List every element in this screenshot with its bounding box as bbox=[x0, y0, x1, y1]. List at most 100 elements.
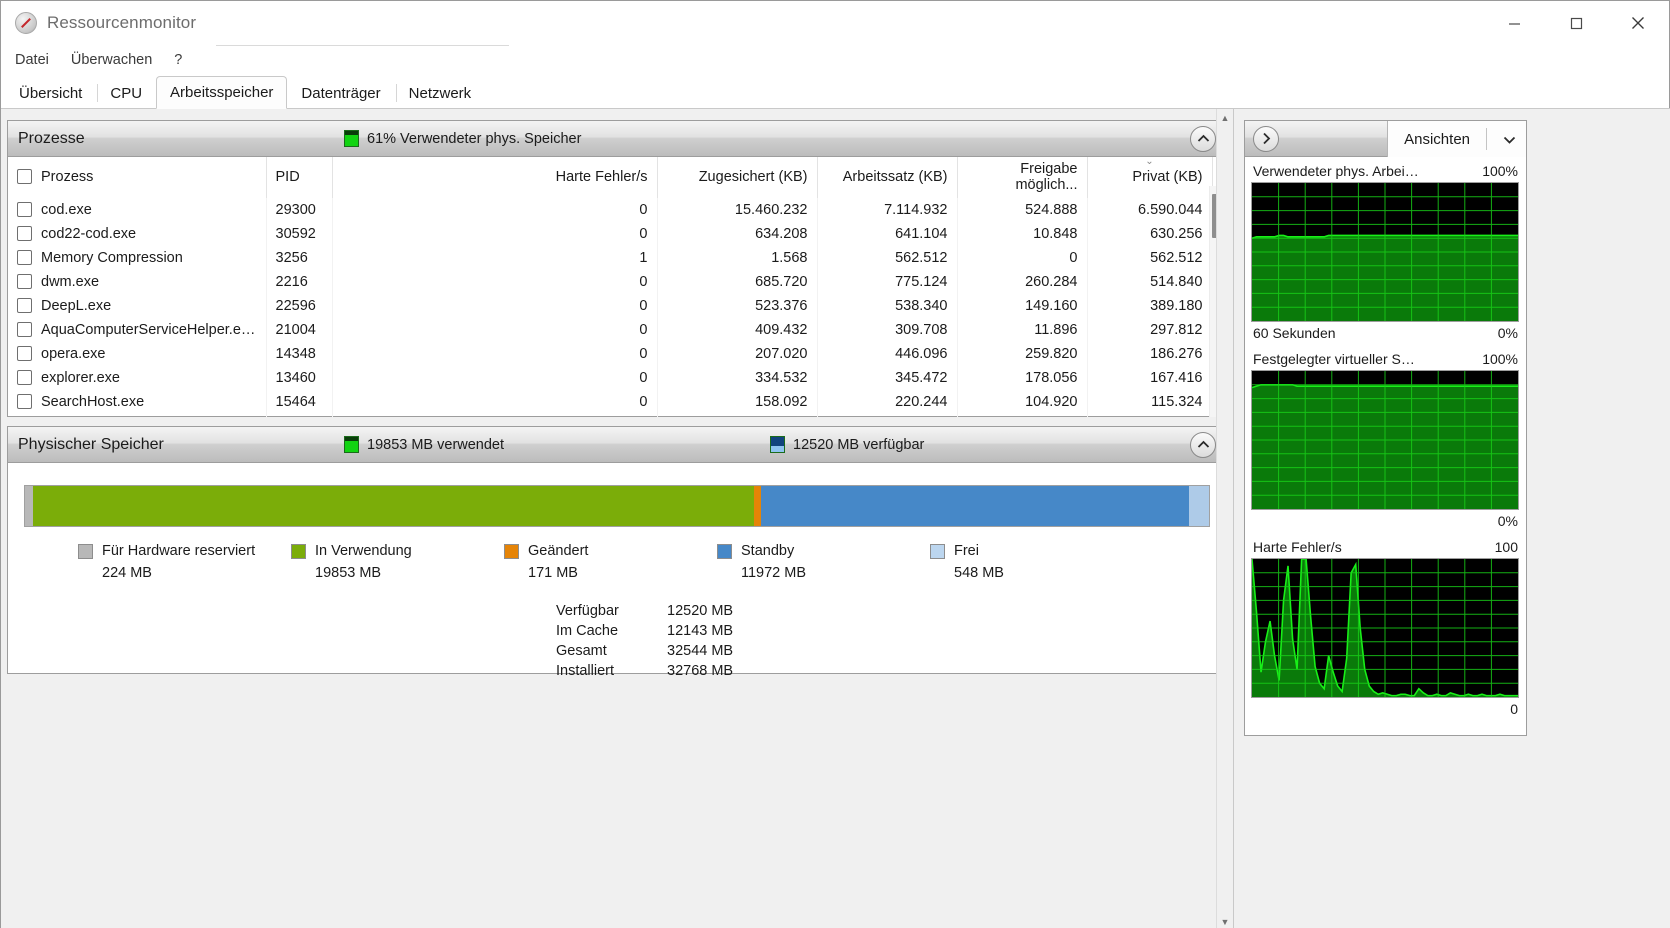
graph-committed-virtual-memory: Festgelegter virtueller S… 100% 0% bbox=[1251, 351, 1520, 529]
maximize-icon[interactable] bbox=[1545, 1, 1607, 45]
process-commit: 151.920 bbox=[657, 414, 818, 417]
table-row[interactable]: XB1ControllerBetandedienst… 25364 0 151.… bbox=[8, 414, 1213, 417]
content-scrollbar[interactable]: ▲ ▼ bbox=[1216, 109, 1233, 928]
graph-scale-top: 100 bbox=[1494, 539, 1518, 555]
graph-canvas-committed-virtual-memory bbox=[1251, 370, 1519, 510]
table-row[interactable]: dwm.exe 2216 0 685.720 775.124 260.284 5… bbox=[8, 270, 1213, 294]
table-row[interactable]: explorer.exe 13460 0 334.532 345.472 178… bbox=[8, 366, 1213, 390]
process-working-set: 309.708 bbox=[817, 318, 958, 342]
row-checkbox[interactable] bbox=[17, 345, 32, 361]
graphs-header: Ansichten bbox=[1245, 121, 1526, 157]
row-checkbox[interactable] bbox=[17, 393, 32, 409]
table-row[interactable]: cod22-cod.exe 30592 0 634.208 641.104 10… bbox=[8, 222, 1213, 246]
graph-scale-top: 100% bbox=[1482, 351, 1518, 367]
process-pid: 25364 bbox=[266, 414, 333, 417]
process-name: dwm.exe bbox=[41, 273, 100, 290]
process-working-set: 160.280 bbox=[817, 414, 958, 417]
graph-footer-left: 60 Sekunden bbox=[1253, 325, 1336, 341]
chevron-right-icon[interactable] bbox=[1253, 125, 1279, 152]
graph-caption: Verwendeter phys. Arbei… 100% bbox=[1251, 163, 1520, 182]
process-name: cod.exe bbox=[41, 201, 92, 218]
legend-swatch-modified bbox=[504, 543, 519, 559]
graph-hard-faults: Harte Fehler/s 100 0 bbox=[1251, 539, 1520, 717]
window-controls bbox=[1483, 1, 1669, 45]
sidebar: Ansichten Verwendeter phys. Arbei… 100% bbox=[1233, 109, 1670, 928]
row-checkbox[interactable] bbox=[17, 369, 32, 385]
table-row[interactable]: Memory Compression 3256 1 1.568 562.512 … bbox=[8, 246, 1213, 270]
process-private: 115.324 bbox=[1087, 390, 1213, 414]
process-commit: 334.532 bbox=[657, 366, 818, 390]
process-commit: 207.020 bbox=[657, 342, 818, 366]
legend-swatch-standby bbox=[717, 543, 732, 559]
column-header-privat[interactable]: ⌄ Privat (KB) bbox=[1087, 157, 1213, 198]
process-commit: 523.376 bbox=[657, 294, 818, 318]
tab-netzwerk[interactable]: Netzwerk bbox=[395, 77, 486, 108]
title-bar: Ressourcenmonitor bbox=[1, 1, 1669, 45]
graph-scale-bottom: 0% bbox=[1497, 325, 1518, 341]
menu-item-ueberwachen[interactable]: Überwachen bbox=[71, 52, 152, 68]
table-row[interactable]: AquaComputerServiceHelper.e… 21004 0 409… bbox=[8, 318, 1213, 342]
process-working-set: 446.096 bbox=[817, 342, 958, 366]
scroll-up-icon[interactable]: ▲ bbox=[1217, 109, 1233, 126]
chevron-up-icon[interactable] bbox=[1190, 431, 1216, 458]
chevron-up-icon[interactable] bbox=[1190, 125, 1216, 152]
processes-memory-stat: 61% Verwendeter phys. Speicher bbox=[344, 130, 581, 147]
legend-item-in-use: In Verwendung 19853 MB bbox=[291, 543, 504, 581]
memory-segment-in-use bbox=[33, 486, 755, 526]
column-header-freigabe[interactable]: Freigabe möglich... bbox=[957, 157, 1088, 198]
close-icon[interactable] bbox=[1607, 1, 1669, 45]
column-header-prozess[interactable]: Prozess bbox=[8, 157, 267, 198]
physical-memory-panel-header[interactable]: Physischer Speicher 19853 MB verwendet 1… bbox=[8, 427, 1226, 463]
select-all-checkbox[interactable] bbox=[17, 169, 32, 184]
legend-swatch-hardware-reserved bbox=[78, 543, 93, 559]
row-checkbox[interactable] bbox=[17, 249, 32, 265]
process-hard-faults: 0 bbox=[332, 294, 658, 318]
process-shareable: 104.920 bbox=[957, 390, 1088, 414]
chevron-down-icon[interactable] bbox=[1503, 131, 1516, 148]
row-checkbox[interactable] bbox=[17, 201, 32, 217]
row-checkbox[interactable] bbox=[17, 321, 32, 337]
process-commit: 15.460.232 bbox=[657, 198, 818, 222]
physical-memory-panel-title: Physischer Speicher bbox=[18, 435, 164, 453]
sort-descending-icon: ⌄ bbox=[1145, 157, 1154, 167]
process-working-set: 538.340 bbox=[817, 294, 958, 318]
column-header-harte-fehler[interactable]: Harte Fehler/s bbox=[332, 157, 658, 198]
process-shareable: 61.652 bbox=[957, 414, 1088, 417]
menu-item-help[interactable]: ? bbox=[174, 52, 182, 68]
process-working-set: 7.114.932 bbox=[817, 198, 958, 222]
scroll-down-icon[interactable]: ▼ bbox=[1217, 913, 1233, 928]
table-row[interactable]: DeepL.exe 22596 0 523.376 538.340 149.16… bbox=[8, 294, 1213, 318]
tab-datentraeger[interactable]: Datenträger bbox=[287, 77, 394, 108]
process-working-set: 220.244 bbox=[817, 390, 958, 414]
table-row[interactable]: SearchHost.exe 15464 0 158.092 220.244 1… bbox=[8, 390, 1213, 414]
table-row[interactable]: cod.exe 29300 0 15.460.232 7.114.932 524… bbox=[8, 198, 1213, 222]
tab-arbeitsspeicher[interactable]: Arbeitsspeicher bbox=[156, 76, 288, 109]
memory-used-meter-icon bbox=[344, 436, 359, 453]
process-shareable: 149.160 bbox=[957, 294, 1088, 318]
menu-item-datei[interactable]: Datei bbox=[15, 52, 49, 68]
minimize-icon[interactable] bbox=[1483, 1, 1545, 45]
process-pid: 3256 bbox=[266, 246, 333, 270]
process-pid: 29300 bbox=[266, 198, 333, 222]
tab-cpu[interactable]: CPU bbox=[96, 77, 156, 108]
legend-item-free: Frei 548 MB bbox=[930, 543, 1143, 581]
process-shareable: 260.284 bbox=[957, 270, 1088, 294]
column-header-arbeitssatz[interactable]: Arbeitssatz (KB) bbox=[817, 157, 958, 198]
process-private: 297.812 bbox=[1087, 318, 1213, 342]
table-header-row: Prozess PID Harte Fehler/s Zugesichert (… bbox=[8, 157, 1213, 198]
row-checkbox[interactable] bbox=[17, 273, 32, 289]
process-name: AquaComputerServiceHelper.e… bbox=[41, 321, 256, 338]
tab-uebersicht[interactable]: Übersicht bbox=[5, 77, 96, 108]
column-header-zugesichert[interactable]: Zugesichert (KB) bbox=[657, 157, 818, 198]
process-hard-faults: 0 bbox=[332, 342, 658, 366]
processes-panel-title: Prozesse bbox=[18, 129, 85, 147]
legend-item-standby: Standby 11972 MB bbox=[717, 543, 930, 581]
graph-footer: 60 Sekunden 0% bbox=[1251, 322, 1520, 341]
graph-title: Verwendeter phys. Arbei… bbox=[1253, 163, 1419, 179]
processes-panel-header[interactable]: Prozesse 61% Verwendeter phys. Speicher bbox=[8, 121, 1226, 157]
views-button[interactable]: Ansichten bbox=[1387, 121, 1526, 157]
row-checkbox[interactable] bbox=[17, 225, 32, 241]
row-checkbox[interactable] bbox=[17, 297, 32, 313]
table-row[interactable]: opera.exe 14348 0 207.020 446.096 259.82… bbox=[8, 342, 1213, 366]
column-header-pid[interactable]: PID bbox=[266, 157, 333, 198]
